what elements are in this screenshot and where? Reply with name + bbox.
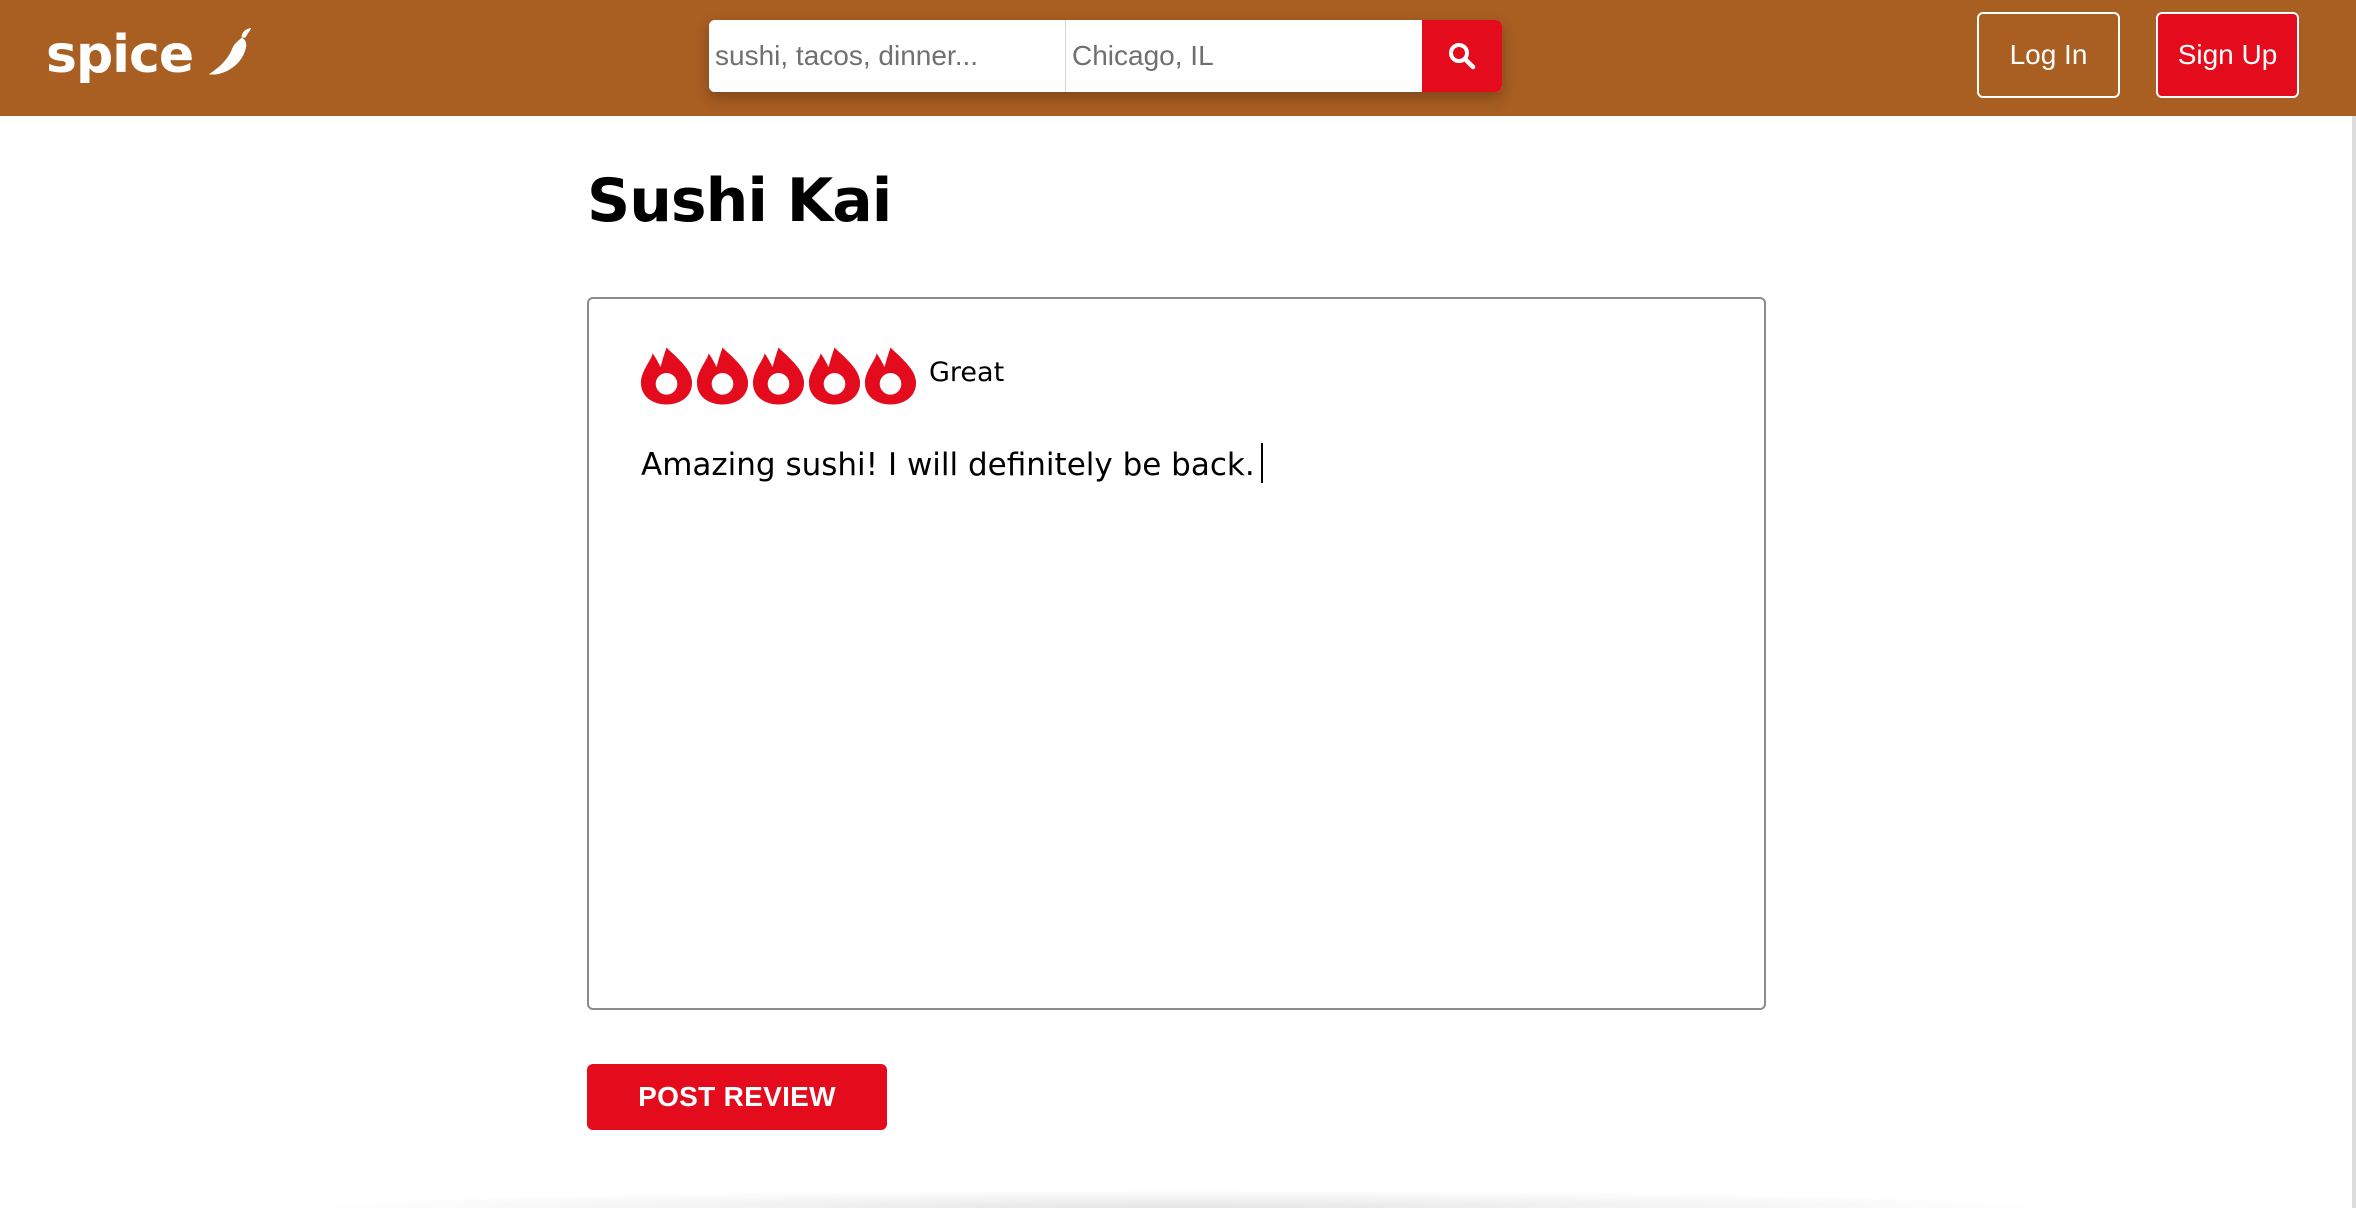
review-text: Amazing sushi! I will definitely be back… bbox=[641, 447, 1255, 483]
search-bar bbox=[709, 20, 1502, 92]
flame-icon[interactable] bbox=[695, 345, 750, 407]
chili-pepper-icon bbox=[208, 27, 252, 75]
rating-label: Great bbox=[929, 356, 1005, 388]
magnifier-icon bbox=[1449, 43, 1476, 70]
text-cursor bbox=[1260, 443, 1263, 483]
review-text-content[interactable]: Amazing sushi! I will definitely be back… bbox=[641, 443, 1263, 483]
review-textarea[interactable]: Great Amazing sushi! I will definitely b… bbox=[587, 297, 1766, 1010]
search-button[interactable] bbox=[1422, 20, 1502, 92]
page-footer-shadow bbox=[280, 1190, 2080, 1208]
search-what-input[interactable] bbox=[709, 20, 1066, 92]
window-edge bbox=[2352, 116, 2356, 1208]
flame-icon[interactable] bbox=[863, 345, 918, 407]
search-location-input[interactable] bbox=[1066, 20, 1422, 92]
post-review-button[interactable]: POST REVIEW bbox=[587, 1064, 887, 1130]
login-button[interactable]: Log In bbox=[1977, 12, 2120, 98]
spice-logo[interactable]: spice bbox=[46, 22, 261, 88]
flame-rating: Great bbox=[639, 345, 1004, 407]
page-title: Sushi Kai bbox=[587, 166, 892, 236]
flame-icon[interactable] bbox=[639, 345, 694, 407]
logo-text: spice bbox=[46, 25, 194, 85]
flame-icon[interactable] bbox=[751, 345, 806, 407]
signup-button[interactable]: Sign Up bbox=[2156, 12, 2299, 98]
top-header: spice Log In Sign Up bbox=[0, 0, 2356, 116]
flame-icon[interactable] bbox=[807, 345, 862, 407]
